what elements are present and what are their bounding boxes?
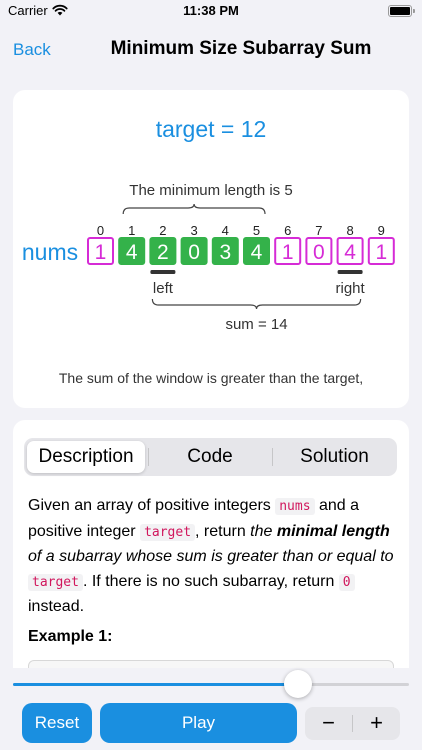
status-bar: Carrier 11:38 PM [0,0,422,24]
array-label: nums [22,239,78,265]
description-italic: of a subarray whose sum is greater than … [28,548,394,565]
tab-solution[interactable]: Solution [274,441,395,473]
index-label: 5 [253,223,260,238]
description-card: Description Code Solution Given an array… [13,420,409,668]
array-value: 0 [188,241,200,264]
description-text: Given an array of positive integers [28,497,276,514]
index-label: 7 [315,223,322,238]
array-value: 4 [251,241,263,264]
array-value: 4 [344,241,356,264]
play-button[interactable]: Play [100,703,297,743]
array-value: 0 [313,241,325,264]
code-target: target [140,523,196,541]
array-value: 3 [219,241,231,264]
tab-code[interactable]: Code [149,441,271,473]
decrement-button[interactable]: − [305,707,352,740]
description-text: instead. [28,598,85,615]
index-label: 8 [346,223,353,238]
array-value: 1 [282,241,294,264]
index-label: 2 [159,223,166,238]
problem-description: Given an array of positive integers nums… [28,494,396,620]
step-message: The sum of the window is greater than th… [58,370,364,386]
tab-segmented-control: Description Code Solution [24,438,397,476]
slider-fill [13,683,299,686]
slider-thumb[interactable] [284,670,313,698]
index-label: 0 [97,223,104,238]
description-text: , return [195,522,251,540]
description-text: . If there is no such subarray, return [82,572,339,590]
page-title: Minimum Size Subarray Sum [110,38,372,59]
index-label: 9 [378,223,385,238]
index-label: 1 [128,223,135,238]
array-value: 4 [126,241,138,264]
index-label: 6 [284,223,291,238]
tab-description[interactable]: Description [27,441,145,473]
window-brace [122,203,266,215]
array-visualization: nums01142230435461708491The minimum leng… [22,182,395,333]
example-title: Example 1: [28,628,113,645]
visualization-card: target = 12 nums 0 1 1 4 2 2 3 0 4 3 5 4 6 1 7 0 8 4 9 1 The … [13,90,409,408]
navigation-bar: Back Minimum Size Subarray Sum [0,30,422,70]
description-bold-italic: minimal length [276,522,390,540]
code-zero: 0 [338,573,355,591]
reset-button[interactable]: Reset [22,703,92,743]
step-slider[interactable] [13,666,409,702]
tab-divider [272,448,273,466]
sum-brace [151,298,362,310]
index-label: 3 [190,223,197,238]
min-length-label: The minimum length is 5 [129,182,292,199]
sum-label: sum = 14 [225,316,287,333]
array-value: 1 [95,241,107,264]
battery-icon [388,5,415,17]
code-nums: nums [275,498,315,515]
description-italic: the [250,522,277,540]
left-pointer-label: left [153,280,174,297]
array-value: 2 [157,241,169,264]
status-time: 11:38 PM [183,3,239,18]
index-label: 4 [222,223,229,238]
speed-stepper: − + [305,707,400,740]
array-value: 1 [375,241,387,264]
right-pointer-marker [337,270,363,274]
increment-button[interactable]: + [353,707,400,740]
right-pointer-label: right [336,280,366,297]
left-pointer-marker [150,270,176,274]
code-target: target [28,573,83,591]
